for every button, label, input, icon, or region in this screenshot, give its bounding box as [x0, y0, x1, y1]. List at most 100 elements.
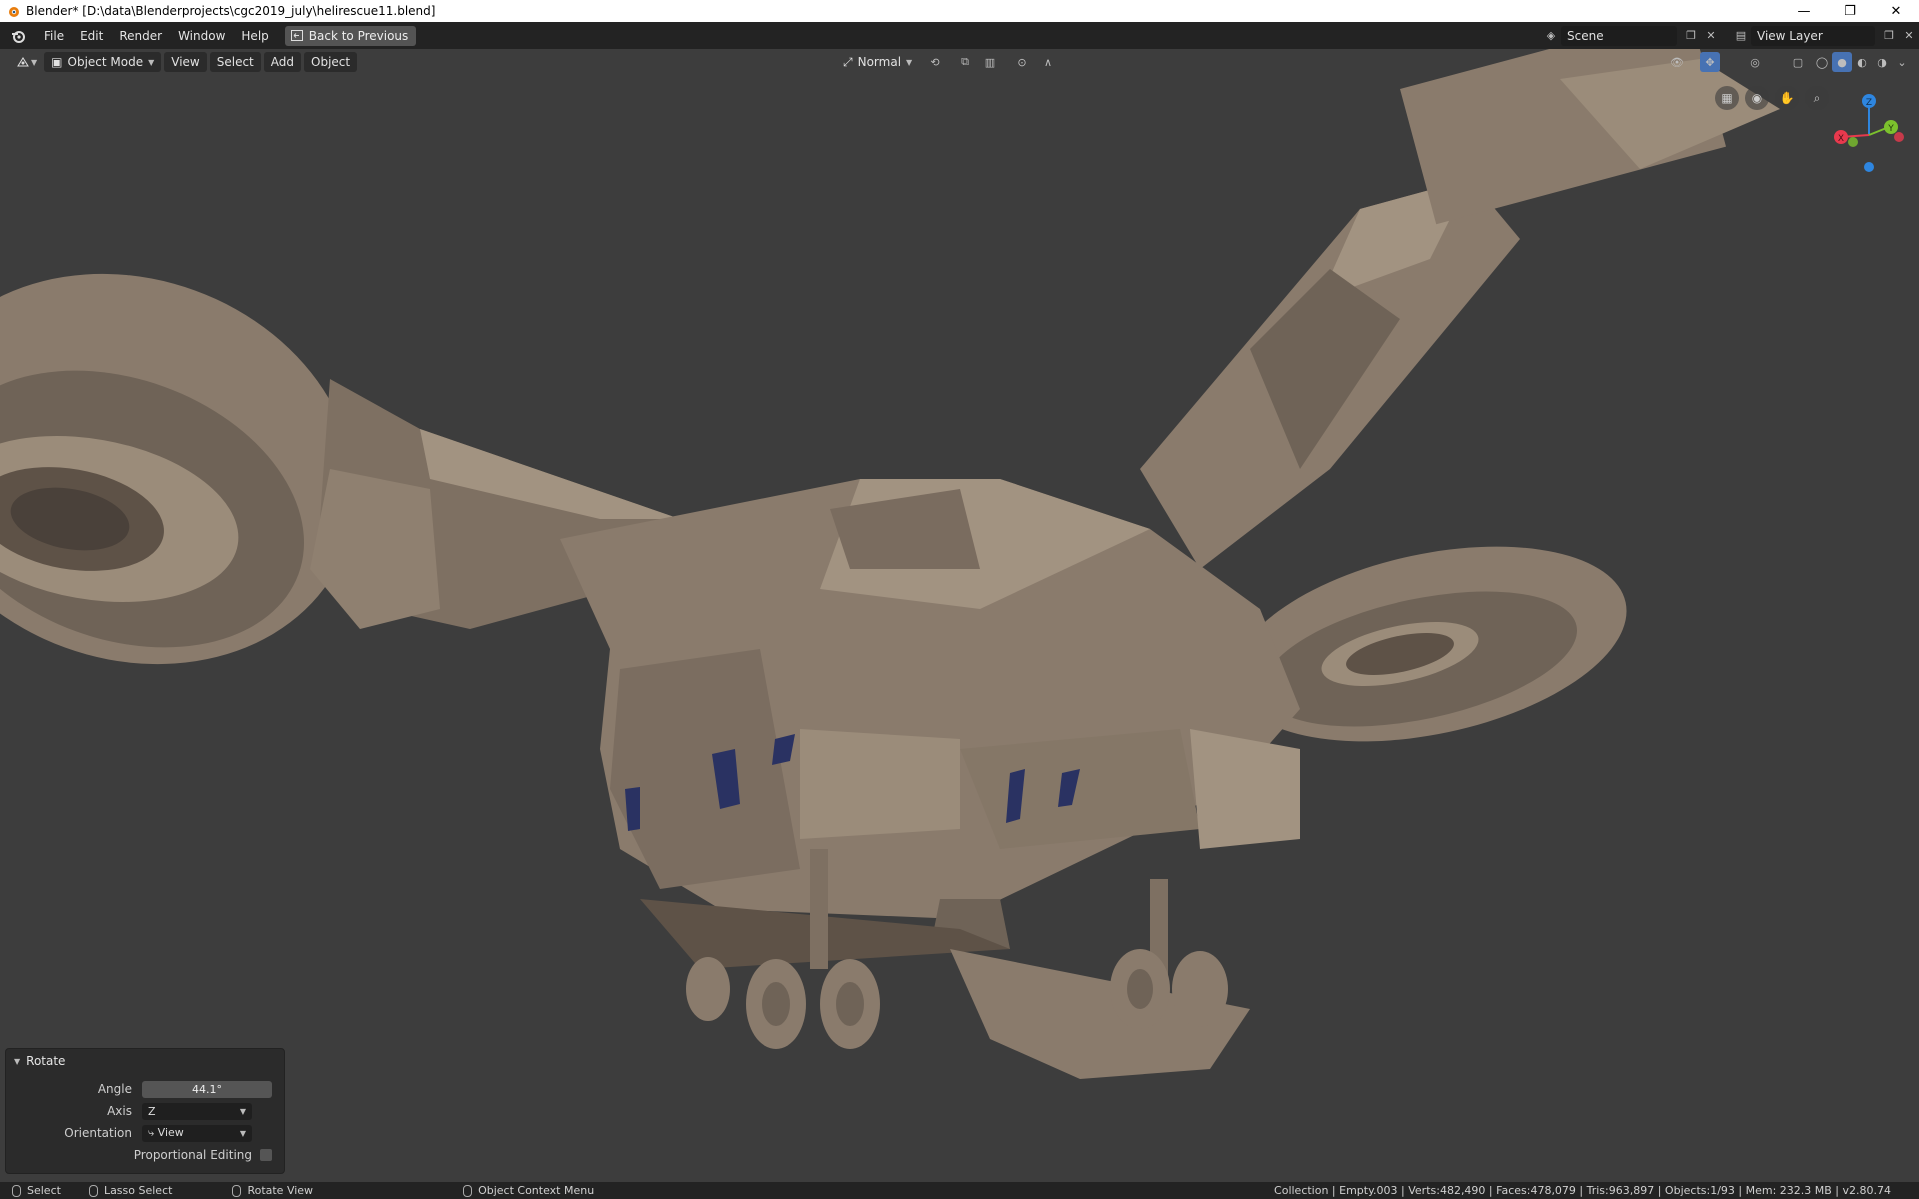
- angle-field[interactable]: 44.1°: [142, 1080, 272, 1098]
- chevron-down-icon: ▼: [239, 1106, 246, 1116]
- view-layer-new-icon[interactable]: ❐: [1879, 26, 1899, 46]
- menu-render[interactable]: Render: [111, 26, 170, 46]
- mode-dropdown[interactable]: ▣ Object Mode ▼: [44, 52, 162, 72]
- blender-menu-icon[interactable]: [10, 28, 26, 44]
- proportional-editing-icon[interactable]: ⊙: [1012, 52, 1032, 72]
- shading-options-icon[interactable]: ⌄: [1892, 52, 1912, 72]
- axis-row: Axis Z ▼: [6, 1102, 286, 1120]
- hint-rotate: Rotate View: [232, 1184, 313, 1197]
- snap-toggle-icon[interactable]: ⧉: [955, 52, 975, 72]
- redo-panel-header[interactable]: ▼ Rotate: [6, 1049, 284, 1073]
- visibility-icon[interactable]: 👁: [1667, 52, 1687, 72]
- view-layer-field[interactable]: View Layer: [1751, 25, 1875, 46]
- menu-window[interactable]: Window: [170, 26, 233, 46]
- orientation-view-icon: ⤷: [148, 1126, 158, 1139]
- scene-selector-area: ◈ Scene ❐ ✕ ▤ View Layer ❐ ✕: [1541, 22, 1919, 49]
- proportional-label: Proportional Editing: [133, 1148, 252, 1162]
- close-button[interactable]: ✕: [1873, 0, 1919, 22]
- middle-mouse-icon: [232, 1184, 242, 1197]
- xray-icon[interactable]: ▢: [1788, 52, 1808, 72]
- gizmo-neg-x-icon[interactable]: [1894, 132, 1904, 142]
- chevron-down-icon: ▼: [906, 57, 913, 67]
- right-arm: [1140, 49, 1780, 569]
- material-shading-icon[interactable]: ◐: [1852, 52, 1872, 72]
- back-to-previous-label: Back to Previous: [308, 28, 409, 43]
- gizmo-toggle-icon[interactable]: ✥: [1700, 52, 1720, 72]
- redo-last-panel: ▼ Rotate Angle 44.1° Axis Z ▼ Orientatio…: [5, 1048, 285, 1174]
- screen-back-icon: [290, 30, 303, 41]
- add-menu[interactable]: Add: [263, 52, 301, 72]
- pivot-point-icon[interactable]: ⟲: [925, 52, 945, 72]
- scene-statistics: Collection | Empty.003 | Verts:482,490 |…: [1274, 1184, 1891, 1197]
- snap-target-icon[interactable]: ▥: [980, 52, 1000, 72]
- scene-name: Scene: [1567, 28, 1604, 43]
- chevron-down-icon: ▼: [239, 1128, 246, 1138]
- editor-type-button[interactable]: ▼: [8, 52, 44, 72]
- transform-orientation-dropdown[interactable]: ⤢ Normal ▼: [836, 52, 919, 72]
- viewport-header: ▼ ▣ Object Mode ▼ View Select Add Object…: [0, 49, 1919, 75]
- gizmo-neg-y-icon[interactable]: [1848, 137, 1858, 147]
- restore-button[interactable]: ❐: [1827, 0, 1873, 22]
- fuselage: [560, 479, 1300, 969]
- minimize-button[interactable]: —: [1781, 0, 1827, 22]
- window-controls: — ❐ ✕: [1781, 0, 1919, 22]
- object-mode-icon: ▣: [51, 55, 63, 69]
- orientation-label: Orientation: [64, 1126, 132, 1140]
- view-menu[interactable]: View: [164, 52, 207, 72]
- redo-panel-title: Rotate: [26, 1054, 66, 1068]
- hint-context: Object Context Menu: [463, 1184, 594, 1197]
- select-menu[interactable]: Select: [209, 52, 261, 72]
- zoom-view-icon[interactable]: ⌕: [1805, 86, 1829, 110]
- proportional-row: Proportional Editing: [6, 1146, 286, 1164]
- toggle-perspective-icon[interactable]: ▦: [1715, 86, 1739, 110]
- orientation-icon: ⤢: [843, 54, 853, 69]
- hint-select-label: Select: [27, 1184, 61, 1197]
- proportional-checkbox[interactable]: [260, 1149, 272, 1161]
- gizmo-neg-z-icon[interactable]: [1864, 162, 1874, 172]
- right-mouse-icon: [463, 1184, 473, 1197]
- orientation-label: Normal: [857, 55, 902, 69]
- object-menu[interactable]: Object: [304, 52, 358, 72]
- right-rotor: [1233, 546, 1627, 742]
- angle-label: Angle: [97, 1082, 132, 1096]
- overlays-icon[interactable]: ◎: [1745, 52, 1765, 72]
- blender-logo-icon: [9, 7, 19, 17]
- view-layer-name: View Layer: [1757, 28, 1823, 43]
- view-layer-remove-icon[interactable]: ✕: [1899, 26, 1919, 46]
- rendered-shading-icon[interactable]: ◑: [1872, 52, 1892, 72]
- hint-lasso-label: Lasso Select: [103, 1184, 173, 1197]
- menu-help[interactable]: Help: [233, 26, 276, 46]
- 3d-view-icon: [17, 57, 29, 67]
- orientation-row: Orientation ⤷ View ▼: [6, 1124, 286, 1142]
- view-layer-browse-icon[interactable]: ▤: [1731, 26, 1751, 46]
- wireframe-shading-icon[interactable]: ◯: [1812, 52, 1832, 72]
- navigation-gizmo[interactable]: Z X Y: [1825, 85, 1915, 175]
- 3d-viewport[interactable]: Z X Y: [0, 49, 1919, 1182]
- status-bar: Select Lasso Select Rotate View Object C…: [0, 1182, 1919, 1199]
- blender-topbar: File Edit Render Window Help Back to Pre…: [0, 22, 1919, 49]
- view-nav-buttons: ▦ ◉ ✋ ⌕: [1715, 86, 1829, 110]
- hint-select: Select: [12, 1184, 61, 1197]
- hint-rotate-label: Rotate View: [247, 1184, 314, 1197]
- orientation-dropdown[interactable]: ⤷ View ▼: [142, 1124, 252, 1142]
- pan-view-icon[interactable]: ✋: [1775, 86, 1799, 110]
- gizmo-x-label: X: [1838, 134, 1844, 144]
- window-title: Blender* [D:\data\Blenderprojects\cgc201…: [26, 4, 436, 18]
- axis-value: Z: [148, 1104, 156, 1118]
- chevron-down-icon: ▼: [31, 57, 38, 67]
- solid-shading-icon[interactable]: ●: [1832, 52, 1852, 72]
- menu-file[interactable]: File: [36, 26, 72, 46]
- helicopter-model-render[interactable]: [0, 49, 1919, 1182]
- scene-browse-icon[interactable]: ◈: [1541, 26, 1561, 46]
- chevron-down-icon: ▼: [148, 57, 155, 67]
- falloff-icon[interactable]: ∧: [1038, 52, 1058, 72]
- drag-mouse-icon: [88, 1184, 98, 1197]
- scene-remove-icon[interactable]: ✕: [1701, 26, 1721, 46]
- scene-name-field[interactable]: Scene: [1561, 25, 1677, 46]
- axis-dropdown[interactable]: Z ▼: [142, 1102, 252, 1120]
- camera-view-icon[interactable]: ◉: [1745, 86, 1769, 110]
- menu-edit[interactable]: Edit: [72, 26, 111, 46]
- collapse-triangle-icon: ▼: [14, 1056, 21, 1066]
- scene-new-icon[interactable]: ❐: [1681, 26, 1701, 46]
- back-to-previous-button[interactable]: Back to Previous: [284, 25, 417, 46]
